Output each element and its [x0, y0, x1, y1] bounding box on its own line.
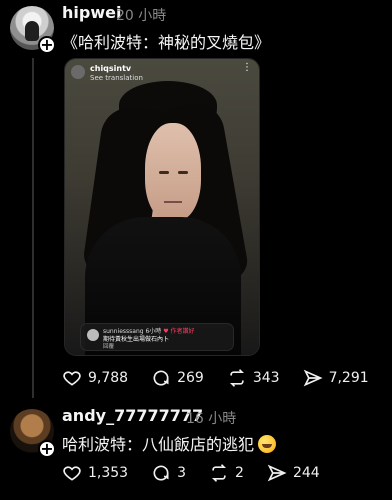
comment-icon: [153, 465, 169, 481]
likes-count: 1,353: [88, 465, 129, 481]
post-time: 16 小時: [186, 411, 237, 427]
embedded-avatar[interactable]: [71, 65, 85, 79]
share-icon: [303, 369, 323, 387]
plus-icon[interactable]: +: [38, 36, 56, 54]
repost-icon: [229, 369, 244, 387]
post-actions: 1,353 3 2 244: [62, 463, 343, 483]
embedded-username[interactable]: chiqsintv: [90, 64, 131, 73]
comment-button[interactable]: 3: [151, 463, 186, 483]
plus-icon[interactable]: +: [38, 440, 56, 458]
username-hipwei[interactable]: hipwei: [62, 3, 121, 22]
shares-count: 7,291: [328, 370, 369, 386]
comment-button[interactable]: 269: [151, 368, 204, 388]
share-button[interactable]: 244: [267, 463, 320, 483]
comments-count: 269: [177, 370, 204, 386]
post-text: 哈利波特：八仙飯店的逃犯: [62, 431, 277, 455]
repost-icon: [212, 464, 227, 482]
post-text-content: 哈利波特：八仙飯店的逃犯: [62, 435, 255, 454]
share-icon: [267, 464, 287, 482]
repost-button[interactable]: 343: [227, 368, 280, 388]
rofl-emoji-icon: [258, 435, 277, 453]
reply-action[interactable]: 回覆: [103, 342, 114, 350]
more-icon[interactable]: ⋮: [242, 63, 252, 73]
comments-count: 3: [177, 465, 187, 481]
thread-line: [32, 58, 34, 398]
post-actions: 9,788 269 343 7,291: [62, 368, 392, 388]
reposts-count: 2: [235, 465, 244, 481]
like-button[interactable]: 9,788: [62, 368, 128, 388]
shares-count: 244: [292, 465, 320, 481]
share-button[interactable]: 7,291: [303, 368, 369, 388]
repost-button[interactable]: 2: [209, 463, 244, 483]
reply-avatar: [87, 329, 99, 341]
likes-count: 9,788: [88, 370, 129, 386]
reposts-count: 343: [252, 370, 280, 386]
embedded-reply-box[interactable]: sunniesssang 6小時 ♥ 作者讚好 期待黃秋生出場做石內卜 回覆: [80, 323, 234, 351]
see-translation-link[interactable]: See translation: [90, 74, 143, 82]
username-andy[interactable]: andy_77777777: [62, 406, 203, 425]
embedded-photo[interactable]: [65, 59, 259, 355]
heart-icon: [63, 371, 81, 386]
like-button[interactable]: 1,353: [62, 463, 128, 483]
comment-icon: [153, 370, 169, 386]
heart-icon: [63, 466, 81, 481]
post-time: 20 小時: [116, 8, 167, 24]
post-text: 《哈利波特：神秘的叉燒包》: [62, 33, 271, 52]
embedded-post-card[interactable]: chiqsintv See translation ⋮ sunniesssang…: [64, 58, 260, 356]
